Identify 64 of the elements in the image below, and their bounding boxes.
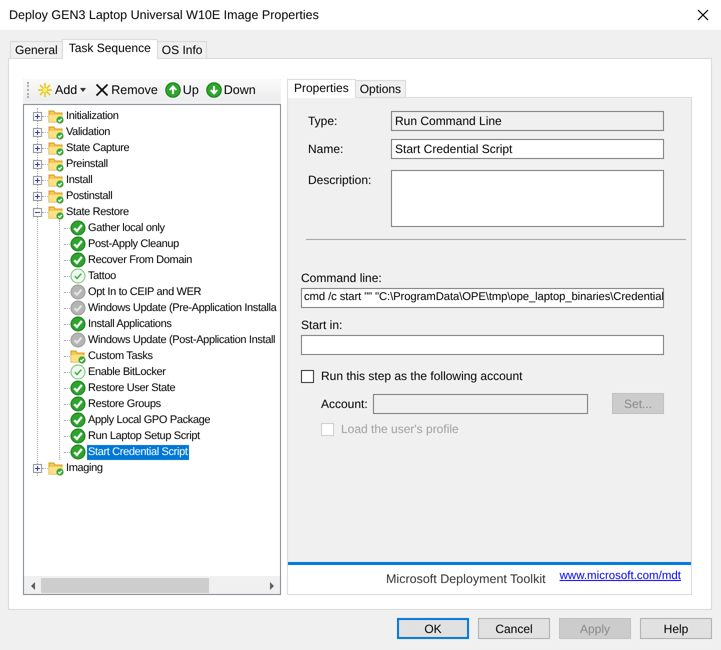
tab[interactable]: General xyxy=(10,41,63,58)
type-field: Run Command Line xyxy=(391,111,664,131)
expand-icon[interactable] xyxy=(33,144,42,152)
expand-icon[interactable] xyxy=(33,112,42,120)
field-label: Account: xyxy=(321,396,368,410)
tab[interactable]: OS Info xyxy=(156,41,208,58)
tree-item[interactable]: Recover From Domain xyxy=(87,252,193,268)
tree-item[interactable]: Postinstall xyxy=(65,188,114,204)
tree-item[interactable]: State Restore xyxy=(65,204,130,220)
tree-item[interactable]: Tattoo xyxy=(87,268,117,284)
dialog-button[interactable]: Help xyxy=(640,618,712,639)
star-burst-icon xyxy=(37,82,53,98)
expand-icon[interactable] xyxy=(33,160,42,168)
checkbox-label: Load the user's profile xyxy=(341,422,459,436)
dialog-button[interactable]: Cancel xyxy=(478,618,550,639)
delete-icon xyxy=(95,83,110,97)
expand-icon[interactable] xyxy=(33,464,42,472)
right-arrow-icon xyxy=(268,582,274,590)
tree-item[interactable]: Restore Groups xyxy=(87,396,162,412)
command-line-field[interactable]: cmd /c start "" "C:\ProgramData\OPE\tmp\ope_laptop_binaries\Credential xyxy=(301,288,664,308)
name-field[interactable]: Start Credential Script xyxy=(391,139,664,159)
field-label: Command line: xyxy=(301,271,383,285)
left-arrow-icon xyxy=(30,582,36,590)
tree-item[interactable]: Imaging xyxy=(65,460,104,476)
website-link[interactable]: www.microsoft.com/mdt xyxy=(560,570,681,582)
start-in-field[interactable] xyxy=(301,335,664,355)
down-button[interactable]: Down xyxy=(204,81,257,99)
tree-item[interactable]: Enable BitLocker xyxy=(87,364,167,380)
tree-item[interactable]: Install xyxy=(65,172,94,188)
tab[interactable]: Task Sequence xyxy=(62,39,158,59)
remove-button[interactable]: Remove xyxy=(94,82,159,98)
tree-item[interactable]: State Capture xyxy=(65,140,130,156)
close-icon xyxy=(697,9,709,21)
tree-item[interactable]: Apply Local GPO Package xyxy=(87,412,212,428)
expand-icon[interactable] xyxy=(33,176,42,184)
collapse-icon[interactable] xyxy=(33,208,42,216)
tree-item[interactable]: Restore User State xyxy=(87,380,176,396)
window-title: Deploy GEN3 Laptop Universal W10E Image Properties xyxy=(9,8,319,22)
up-button[interactable]: Up xyxy=(164,81,200,99)
tree-item[interactable]: Preinstall xyxy=(65,156,109,172)
tree-item[interactable]: Run Laptop Setup Script xyxy=(87,428,201,444)
checkbox-label: Run this step as the following account xyxy=(321,369,522,383)
field-label: Type: xyxy=(307,113,338,128)
tree-item[interactable]: Gather local only xyxy=(87,220,166,236)
checkbox[interactable] xyxy=(301,370,314,382)
tree-item[interactable]: Custom Tasks xyxy=(87,348,154,364)
tree-item[interactable]: Initialization xyxy=(65,108,120,124)
tree-item[interactable]: Install Applications xyxy=(87,316,172,332)
field-label: Name: xyxy=(307,141,344,156)
close-button[interactable] xyxy=(697,9,709,21)
description-field[interactable] xyxy=(391,170,664,227)
tree-item[interactable]: Post-Apply Cleanup xyxy=(87,236,180,252)
field-label: Start in: xyxy=(301,318,344,332)
tree-item[interactable]: Start Credential Script xyxy=(87,444,189,460)
product-name: Microsoft Deployment Toolkit xyxy=(386,572,546,586)
expand-icon[interactable] xyxy=(33,192,42,200)
expand-icon[interactable] xyxy=(33,128,42,136)
tree-item[interactable]: Validation xyxy=(65,124,111,140)
add-button[interactable]: Add xyxy=(36,81,90,99)
scrollbar-thumb[interactable] xyxy=(41,578,209,593)
dialog-button[interactable]: OK xyxy=(397,618,469,639)
tab[interactable]: Properties xyxy=(287,79,356,98)
field-label: Description: xyxy=(307,172,372,187)
tab[interactable]: Options xyxy=(354,80,406,97)
